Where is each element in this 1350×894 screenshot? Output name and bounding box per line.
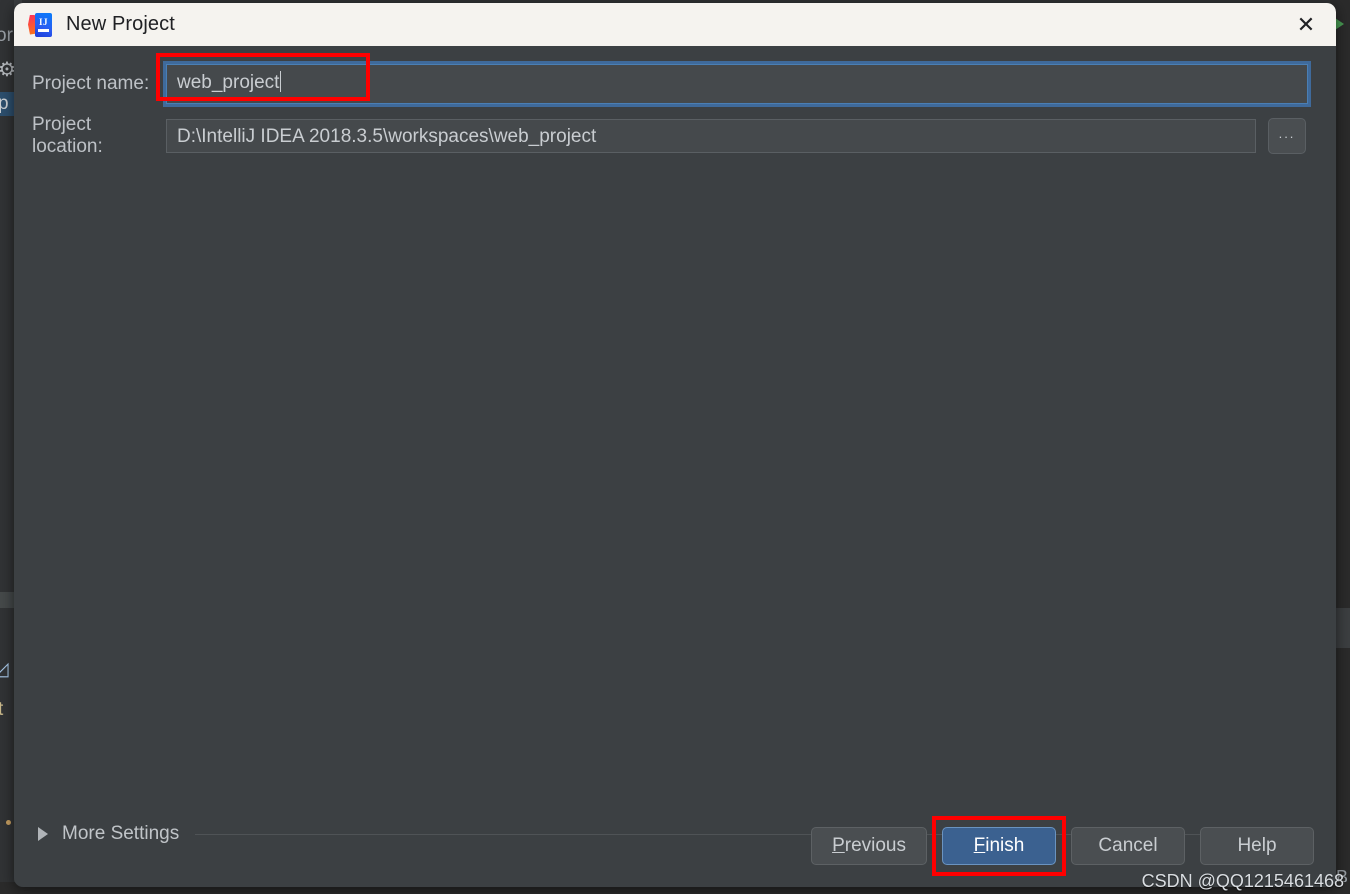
- text-caret: [280, 71, 282, 92]
- new-project-dialog: IJ New Project ✕ Project name: web_proje…: [14, 3, 1336, 887]
- dialog-button-row: Previous Finish Cancel Help: [811, 816, 1314, 876]
- project-name-input[interactable]: web_project: [166, 64, 1308, 104]
- browse-button[interactable]: ...: [1268, 118, 1306, 154]
- finish-button-wrapper: Finish: [932, 816, 1066, 876]
- background-divider: [0, 592, 14, 608]
- background-fragment-p: p: [0, 93, 9, 114]
- finish-mnemonic: F: [973, 835, 986, 856]
- intellij-idea-logo-icon: IJ: [28, 12, 52, 37]
- background-left-gutter: [0, 0, 14, 894]
- project-location-row: Project location: D:\IntelliJ IDEA 2018.…: [14, 114, 1336, 157]
- project-location-label: Project location:: [32, 114, 103, 157]
- previous-mnemonic: P: [832, 835, 845, 856]
- project-name-row: Project name: web_project: [14, 62, 1336, 106]
- watermark: CSDN @QQ1215461468: [1141, 871, 1344, 891]
- previous-button[interactable]: Previous: [811, 827, 927, 865]
- background-fragment-z: ◿: [0, 659, 9, 680]
- previous-label-rest: revious: [844, 835, 906, 856]
- project-name-label: Project name:: [32, 73, 150, 94]
- project-name-value: web_project: [177, 72, 280, 93]
- dialog-body: Project name: web_project Project locati…: [14, 46, 1336, 887]
- close-icon[interactable]: ✕: [1276, 3, 1336, 46]
- project-location-input[interactable]: D:\IntelliJ IDEA 2018.3.5\workspaces\web…: [166, 119, 1256, 153]
- background-fragment-or: or: [0, 25, 13, 46]
- finish-label-rest: inish: [985, 835, 1025, 856]
- more-settings-label[interactable]: More Settings: [62, 823, 179, 845]
- dialog-titlebar: IJ New Project ✕: [14, 3, 1336, 46]
- help-button[interactable]: Help: [1200, 827, 1314, 865]
- background-fragment-t: t: [0, 699, 4, 720]
- finish-button[interactable]: Finish: [942, 827, 1056, 865]
- cancel-button[interactable]: Cancel: [1071, 827, 1185, 865]
- chevron-right-icon[interactable]: [38, 827, 48, 841]
- dialog-title: New Project: [66, 13, 175, 35]
- run-arrow-icon: [1335, 18, 1344, 30]
- background-marker-dot: [6, 820, 11, 825]
